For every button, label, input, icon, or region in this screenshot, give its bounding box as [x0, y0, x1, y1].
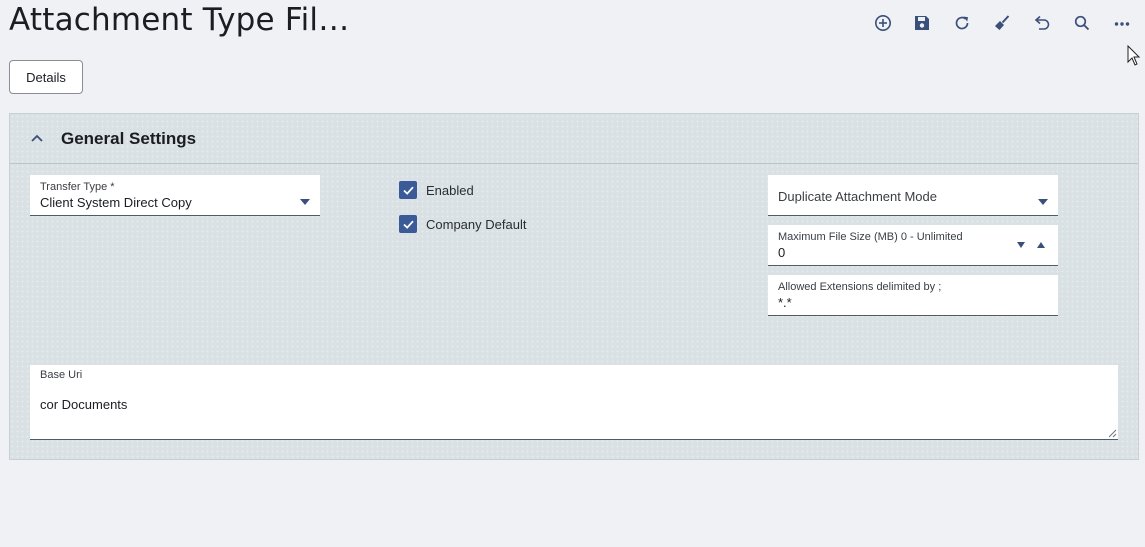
company-default-label: Company Default	[426, 216, 527, 232]
search-button[interactable]	[1071, 12, 1093, 34]
resize-handle-icon[interactable]	[1108, 429, 1117, 438]
more-icon	[1114, 22, 1130, 26]
undo-button[interactable]	[1031, 12, 1053, 34]
checkbox-checked-icon[interactable]	[399, 181, 417, 199]
refresh-icon	[955, 16, 969, 30]
section-header[interactable]: General Settings	[10, 114, 1138, 164]
base-uri-textarea[interactable]: Base Uri cor Documents	[30, 365, 1118, 440]
mouse-cursor-icon	[1127, 45, 1140, 66]
company-default-checkbox[interactable]: Company Default	[399, 215, 526, 233]
refresh-button[interactable]	[951, 12, 973, 34]
allowed-extensions-value[interactable]: *.*	[778, 295, 792, 310]
clear-icon	[995, 15, 1010, 30]
general-settings-section: General Settings Transfer Type * Client …	[9, 113, 1139, 460]
base-uri-label: Base Uri	[40, 369, 83, 381]
more-button[interactable]	[1111, 12, 1133, 34]
save-button[interactable]	[911, 12, 933, 34]
details-button[interactable]: Details	[9, 60, 83, 94]
max-file-size-label: Maximum File Size (MB) 0 - Unlimited	[778, 231, 963, 243]
duplicate-attachment-mode-label: Duplicate Attachment Mode	[778, 189, 937, 204]
enabled-label: Enabled	[426, 182, 474, 198]
chevron-down-icon[interactable]	[1038, 199, 1048, 205]
search-icon	[1074, 15, 1090, 31]
transfer-type-select[interactable]: Transfer Type * Client System Direct Cop…	[30, 175, 320, 216]
allowed-extensions-label: Allowed Extensions delimited by ;	[778, 281, 942, 293]
chevron-down-icon[interactable]	[300, 199, 310, 205]
add-icon	[875, 15, 891, 31]
section-title: General Settings	[61, 129, 197, 148]
add-button[interactable]	[872, 12, 894, 34]
decrement-icon[interactable]	[1017, 242, 1025, 248]
save-icon	[915, 16, 929, 30]
allowed-extensions-input[interactable]: Allowed Extensions delimited by ; *.*	[768, 275, 1058, 316]
undo-icon	[1034, 15, 1050, 30]
max-file-size-input[interactable]: Maximum File Size (MB) 0 - Unlimited 0	[768, 225, 1058, 266]
enabled-checkbox[interactable]: Enabled	[399, 181, 474, 199]
transfer-type-value: Client System Direct Copy	[40, 195, 192, 210]
base-uri-value[interactable]: cor Documents	[40, 397, 127, 412]
chevron-up-icon	[31, 134, 43, 142]
transfer-type-label: Transfer Type *	[40, 181, 115, 193]
page-title: Attachment Type Fil…	[9, 2, 350, 38]
clear-button[interactable]	[991, 12, 1013, 34]
duplicate-attachment-mode-select[interactable]: Duplicate Attachment Mode	[768, 175, 1058, 216]
max-file-size-value[interactable]: 0	[778, 245, 785, 260]
checkbox-checked-icon[interactable]	[399, 215, 417, 233]
increment-icon[interactable]	[1037, 242, 1045, 248]
